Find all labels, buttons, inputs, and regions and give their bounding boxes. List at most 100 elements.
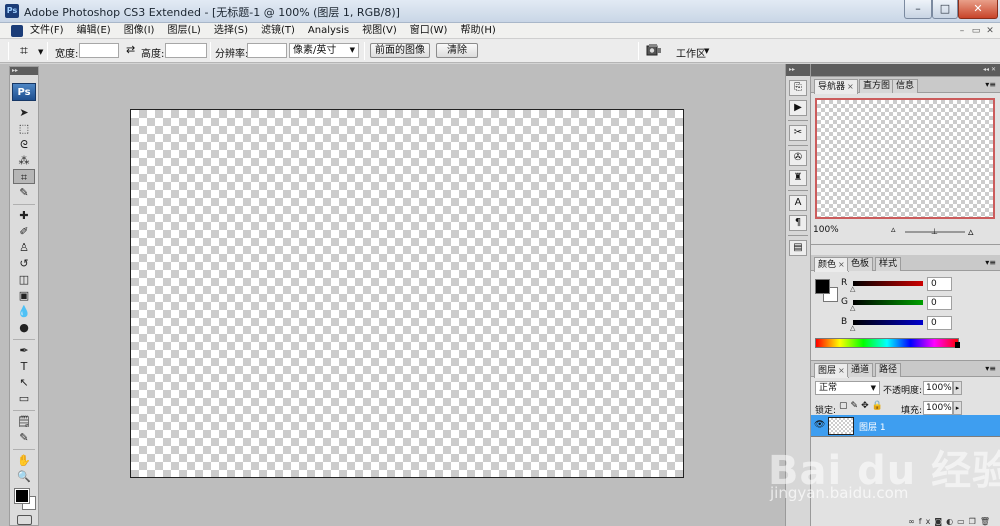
close-button[interactable]: ✕ <box>958 0 998 19</box>
black-white-ramp[interactable] <box>955 342 960 348</box>
pen-tool-icon[interactable]: ✒ <box>13 343 35 358</box>
photoshop-app-icon[interactable]: Ps <box>5 4 19 18</box>
channel-r-value[interactable]: 0 <box>927 277 952 291</box>
panels-grip[interactable]: ◂◂ ✕ <box>811 64 1000 76</box>
close-icon[interactable]: × <box>838 366 845 375</box>
lasso-tool-icon[interactable]: ᘓ <box>13 137 35 152</box>
menu-edit[interactable]: 编辑(E) <box>77 24 111 38</box>
crop-icon[interactable]: ⌗ <box>20 43 36 59</box>
close-icon[interactable]: × <box>847 82 854 91</box>
menu-select[interactable]: 选择(S) <box>214 24 248 38</box>
move-tool-icon[interactable]: ➤ <box>13 105 35 120</box>
tab-channels[interactable]: 通道 <box>847 363 874 377</box>
doc-minimize-icon[interactable]: – <box>956 25 968 37</box>
brushes-icon[interactable]: ✇ <box>789 150 807 166</box>
photoshop-logo[interactable]: Ps <box>12 83 36 101</box>
tab-layers[interactable]: 图层 × <box>814 363 849 378</box>
document-workspace[interactable] <box>0 64 785 526</box>
lock-all-icon[interactable]: 🔒 <box>872 401 886 411</box>
channel-r-slider[interactable] <box>853 281 923 286</box>
eyedropper-tool-icon[interactable]: ✎ <box>13 430 35 445</box>
layer-comps-icon[interactable]: ▤ <box>789 240 807 256</box>
history-icon[interactable]: ⎘ <box>789 80 807 96</box>
resolution-field[interactable] <box>247 43 287 58</box>
maximize-button[interactable]: □ <box>932 0 958 19</box>
history-brush-tool-icon[interactable]: ↺ <box>13 256 35 271</box>
shape-tool-icon[interactable]: ▭ <box>13 391 35 406</box>
paragraph-icon[interactable]: ¶ <box>789 215 807 231</box>
foreground-color-swatch[interactable] <box>14 488 30 504</box>
opacity-field[interactable]: 100% <box>923 381 953 395</box>
zoom-tool-icon[interactable]: 🔍 <box>13 469 35 484</box>
layer-thumbnail[interactable] <box>828 417 854 435</box>
width-field[interactable] <box>79 43 119 58</box>
menu-layer[interactable]: 图层(L) <box>167 24 200 38</box>
clone-source-icon[interactable]: ♜ <box>789 170 807 186</box>
foreground-color-chip[interactable] <box>815 279 830 294</box>
magic-wand-tool-icon[interactable]: ⁂ <box>13 153 35 168</box>
lock-transparency-icon[interactable]: ▢ <box>839 401 851 411</box>
channel-g-value[interactable]: 0 <box>927 296 952 310</box>
fill-field[interactable]: 100% <box>923 401 953 415</box>
panel-menu-icon[interactable]: ▾≡ <box>985 80 996 89</box>
tool-preset-dropdown-icon[interactable]: ▼ <box>38 48 43 56</box>
menu-help[interactable]: 帮助(H) <box>460 24 495 38</box>
tab-paths[interactable]: 路径 <box>875 363 902 377</box>
document-canvas[interactable] <box>130 109 684 478</box>
notes-tool-icon[interactable]: 🗒 <box>13 414 35 429</box>
path-selection-tool-icon[interactable]: ↖ <box>13 375 35 390</box>
dodge-tool-icon[interactable]: ● <box>13 320 35 335</box>
workspace-label[interactable]: 工作区 <box>676 45 706 60</box>
swap-icon[interactable]: ⇄ <box>126 43 135 56</box>
blur-tool-icon[interactable]: 💧 <box>13 304 35 319</box>
clone-stamp-tool-icon[interactable]: ♙ <box>13 240 35 255</box>
slice-tool-icon[interactable]: ✎ <box>13 185 35 200</box>
toolbox-grip[interactable]: ▸▸ <box>10 67 38 75</box>
crop-tool-icon[interactable]: ⌗ <box>13 169 35 184</box>
tab-histogram[interactable]: 直方图 <box>859 79 895 93</box>
workspace-icon[interactable] <box>646 43 662 57</box>
channel-b-value[interactable]: 0 <box>927 316 952 330</box>
slider-knob-icon[interactable]: ⊥ <box>931 227 938 236</box>
link-icon[interactable]: ∞ <box>908 517 919 526</box>
navigator-zoom-value[interactable]: 100% <box>813 225 839 235</box>
chevron-down-icon[interactable]: ▼ <box>704 47 709 55</box>
clear-button[interactable]: 清除 <box>436 43 478 58</box>
actions-icon[interactable]: ▶ <box>789 100 807 116</box>
gradient-tool-icon[interactable]: ▣ <box>13 288 35 303</box>
document-icon[interactable] <box>11 25 23 37</box>
brush-tool-icon[interactable]: ✐ <box>13 224 35 239</box>
quick-mask-icon[interactable] <box>17 515 32 525</box>
opacity-slider-button[interactable]: ▸ <box>953 381 962 395</box>
tool-presets-icon[interactable]: ✂ <box>789 125 807 141</box>
navigator-preview[interactable] <box>815 98 995 219</box>
menu-file[interactable]: 文件(F) <box>30 24 64 38</box>
adjustment-icon[interactable]: ◐ <box>946 517 957 526</box>
panel-menu-icon[interactable]: ▾≡ <box>985 364 996 373</box>
dock-grip[interactable]: ▸▸ <box>786 64 810 76</box>
delete-icon[interactable]: 🗑 <box>980 517 994 526</box>
doc-restore-icon[interactable]: ▭ <box>970 25 982 37</box>
new-layer-icon[interactable]: ❐ <box>969 517 980 526</box>
fx-icon[interactable]: fx <box>919 517 935 526</box>
doc-close-icon[interactable]: ✕ <box>984 25 996 37</box>
tab-navigator[interactable]: 导航器 × <box>814 79 858 94</box>
tab-info[interactable]: 信息 <box>892 79 919 93</box>
minimize-button[interactable]: – <box>904 0 932 19</box>
zoom-in-icon[interactable]: ▵ <box>968 225 974 238</box>
lock-image-icon[interactable]: ✎ <box>851 401 862 411</box>
lock-position-icon[interactable]: ✥ <box>861 401 872 411</box>
hand-tool-icon[interactable]: ✋ <box>13 453 35 468</box>
color-spectrum-bar[interactable] <box>815 338 959 348</box>
marquee-tool-icon[interactable]: ⬚ <box>13 121 35 136</box>
menu-filter[interactable]: 滤镜(T) <box>261 24 295 38</box>
character-icon[interactable]: A <box>789 195 807 211</box>
height-field[interactable] <box>165 43 207 58</box>
slider-knob-icon[interactable]: △ <box>850 285 855 293</box>
channel-g-slider[interactable] <box>853 300 923 305</box>
layer-row[interactable]: 👁 图层 1 <box>811 415 1000 437</box>
mask-icon[interactable]: ◙ <box>934 517 946 526</box>
healing-brush-tool-icon[interactable]: ✚ <box>13 208 35 223</box>
type-tool-icon[interactable]: T <box>13 359 35 374</box>
menu-image[interactable]: 图像(I) <box>124 24 155 38</box>
